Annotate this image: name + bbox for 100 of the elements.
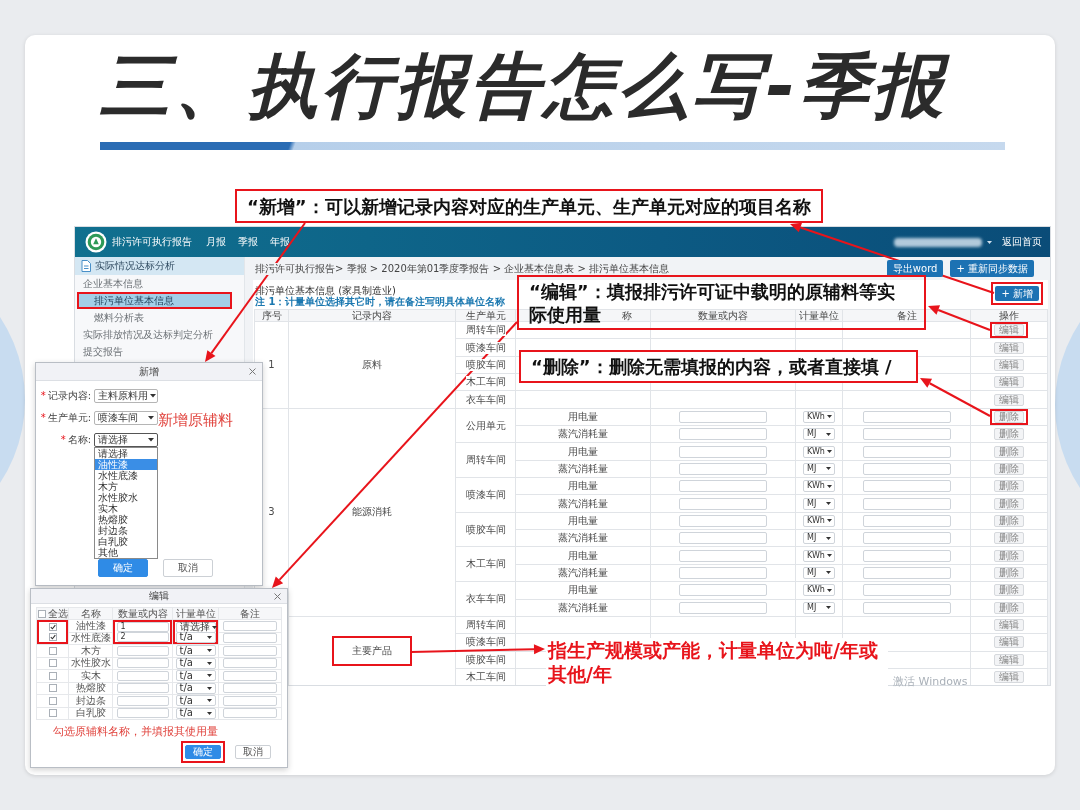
checkbox[interactable] — [37, 609, 46, 618]
row-action-button[interactable]: 编辑 — [994, 653, 1024, 666]
input-field[interactable] — [116, 683, 169, 694]
unit-select[interactable]: t/a — [175, 707, 216, 719]
select-field[interactable]: 请选择 — [94, 433, 158, 447]
nav-link[interactable]: 季报 — [238, 237, 258, 247]
input-field[interactable] — [862, 410, 951, 423]
input-field[interactable] — [679, 497, 767, 510]
sidebar-item[interactable]: 排污单位基本信息 — [77, 292, 232, 309]
input-field[interactable] — [679, 445, 767, 458]
input-field[interactable] — [862, 514, 951, 527]
checkbox[interactable] — [48, 623, 57, 631]
input-field[interactable] — [223, 633, 277, 644]
input-field[interactable] — [223, 620, 277, 631]
row-action-button[interactable]: 删除 — [994, 428, 1024, 441]
input-field[interactable] — [679, 410, 767, 423]
unit-select[interactable]: t/a — [175, 657, 216, 669]
caret-icon[interactable] — [987, 240, 992, 244]
input-field[interactable] — [116, 695, 169, 706]
input-field[interactable]: 1 — [116, 622, 169, 632]
checkbox[interactable] — [48, 709, 57, 718]
nav-link[interactable]: 月报 — [206, 237, 226, 247]
dropdown-option[interactable]: 木方 — [95, 481, 157, 492]
add-button[interactable]: + 新增 — [995, 286, 1039, 301]
select-field[interactable]: 喷漆车间 — [94, 411, 158, 425]
row-action-button[interactable]: 编辑 — [994, 341, 1024, 354]
unit-select[interactable]: t/a — [175, 645, 216, 657]
input-field[interactable] — [679, 549, 767, 562]
unit-select[interactable]: KWh — [803, 445, 835, 458]
unit-select[interactable]: t/a — [175, 631, 216, 643]
input-field[interactable] — [223, 670, 277, 681]
unit-select[interactable]: MJ — [803, 601, 835, 614]
sidebar-header[interactable]: 实际情况达标分析 — [75, 257, 244, 275]
row-action-button[interactable]: 编辑 — [994, 671, 1024, 684]
unit-select[interactable]: MJ — [803, 567, 835, 579]
checkbox[interactable] — [48, 633, 57, 641]
row-action-button[interactable]: 删除 — [994, 410, 1024, 423]
dropdown-option[interactable]: 请选择 — [95, 448, 157, 459]
input-field[interactable] — [116, 645, 169, 656]
row-action-button[interactable]: 删除 — [994, 567, 1024, 579]
unit-select[interactable]: KWh — [803, 549, 835, 562]
input-field[interactable] — [679, 532, 767, 545]
row-action-button[interactable]: 编辑 — [994, 393, 1024, 406]
sidebar-item[interactable]: 企业基本信息 — [77, 275, 232, 292]
input-field[interactable] — [679, 462, 767, 475]
row-action-button[interactable]: 删除 — [994, 584, 1024, 597]
input-field[interactable] — [116, 708, 169, 719]
row-action-button[interactable]: 编辑 — [994, 324, 1024, 337]
checkbox[interactable] — [48, 646, 57, 655]
input-field[interactable] — [223, 695, 277, 706]
toolbar-button[interactable]: 导出word — [886, 260, 944, 277]
close-icon[interactable] — [249, 368, 256, 375]
dropdown-option[interactable]: 实木 — [95, 503, 157, 514]
input-field[interactable]: 2 — [116, 632, 169, 642]
sidebar-item[interactable]: 实际排放情况及达标判定分析 — [77, 326, 232, 343]
checkbox[interactable] — [48, 684, 57, 693]
toolbar-button[interactable]: + 重新同步数据 — [950, 260, 1034, 277]
dialog-button[interactable]: 确定 — [185, 745, 221, 759]
unit-select[interactable]: MJ — [803, 532, 835, 545]
input-field[interactable] — [223, 683, 277, 694]
row-action-button[interactable]: 删除 — [994, 601, 1024, 614]
row-action-button[interactable]: 编辑 — [994, 619, 1024, 631]
input-field[interactable] — [862, 584, 951, 597]
input-field[interactable] — [862, 532, 951, 545]
row-action-button[interactable]: 编辑 — [994, 376, 1024, 389]
row-action-button[interactable]: 编辑 — [994, 358, 1024, 371]
sidebar-item[interactable]: 燃料分析表 — [77, 309, 232, 326]
row-action-button[interactable]: 删除 — [994, 497, 1024, 510]
dialog-button[interactable]: 取消 — [163, 559, 213, 577]
unit-select[interactable]: KWh — [803, 410, 835, 423]
unit-select[interactable]: MJ — [803, 428, 835, 441]
dropdown-option[interactable]: 封边条 — [95, 525, 157, 536]
row-action-button[interactable]: 编辑 — [994, 636, 1024, 649]
dialog-button[interactable]: 确定 — [98, 559, 148, 577]
input-field[interactable] — [679, 428, 767, 441]
row-action-button[interactable]: 删除 — [994, 549, 1024, 562]
row-action-button[interactable]: 删除 — [994, 462, 1024, 475]
dropdown-option[interactable]: 热熔胶 — [95, 514, 157, 525]
row-action-button[interactable]: 删除 — [994, 480, 1024, 493]
input-field[interactable] — [116, 670, 169, 681]
input-field[interactable] — [862, 480, 951, 493]
row-action-button[interactable]: 删除 — [994, 532, 1024, 545]
nav-link[interactable]: 年报 — [270, 237, 290, 247]
input-field[interactable] — [862, 567, 951, 579]
dropdown-option[interactable]: 水性胶水 — [95, 492, 157, 503]
input-field[interactable] — [862, 549, 951, 562]
close-icon[interactable] — [274, 592, 281, 600]
row-action-button[interactable]: 删除 — [994, 514, 1024, 527]
dialog-button[interactable]: 取消 — [235, 745, 271, 759]
checkbox[interactable] — [48, 671, 57, 680]
input-field[interactable] — [679, 567, 767, 579]
input-field[interactable] — [223, 708, 277, 719]
unit-select[interactable]: t/a — [175, 682, 216, 694]
input-field[interactable] — [679, 514, 767, 527]
input-field[interactable] — [862, 445, 951, 458]
unit-select[interactable]: t/a — [175, 695, 216, 707]
dropdown-option[interactable]: 水性底漆 — [95, 470, 157, 481]
input-field[interactable] — [862, 462, 951, 475]
input-field[interactable] — [679, 480, 767, 493]
unit-select[interactable]: MJ — [803, 462, 835, 475]
